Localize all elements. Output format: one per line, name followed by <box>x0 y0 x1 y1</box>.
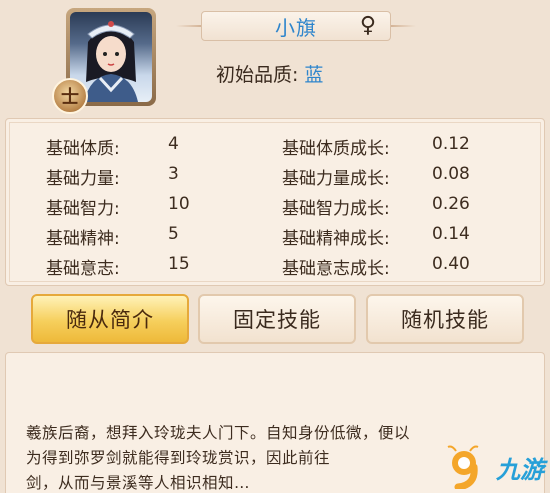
stat-row-intelligence: 基础智力: 10 基础智力成长: 0.26 <box>6 191 544 219</box>
watermark: 九游 <box>438 445 544 489</box>
stat-label: 基础力量: <box>46 169 120 189</box>
watermark-text: 九游 <box>496 455 544 484</box>
growth-label: 基础体质成长: <box>282 139 390 159</box>
growth-label: 基础智力成长: <box>282 199 390 219</box>
growth-label: 基础意志成长: <box>282 259 390 279</box>
stat-value: 5 <box>168 224 179 244</box>
stats-panel: 基础体质: 4 基础体质成长: 0.12 基础力量: 3 基础力量成长: 0.0… <box>5 118 545 286</box>
quality-label: 初始品质: <box>216 64 299 86</box>
female-icon: ♀ <box>359 13 376 38</box>
stat-value: 4 <box>168 134 179 154</box>
growth-value: 0.12 <box>432 134 470 154</box>
quality-value: 蓝 <box>304 64 324 86</box>
stat-label: 基础精神: <box>46 229 120 249</box>
growth-label: 基础力量成长: <box>282 169 390 189</box>
name-banner: 小旗 ♀ <box>176 8 416 44</box>
stat-label: 基础智力: <box>46 199 120 219</box>
stat-row-spirit: 基础精神: 5 基础精神成长: 0.14 <box>6 221 544 249</box>
growth-value: 0.14 <box>432 224 470 244</box>
description-line: 羲族后裔，想拜入玲珑夫人门下。自知身份低微，便以 <box>26 424 411 442</box>
growth-value: 0.26 <box>432 194 470 214</box>
stat-label: 基础体质: <box>46 139 120 159</box>
growth-value: 0.40 <box>432 254 470 274</box>
stat-value: 10 <box>168 194 190 214</box>
tab-companion-intro[interactable]: 随从简介 <box>31 294 189 344</box>
tab-random-skills[interactable]: 随机技能 <box>366 294 524 344</box>
stat-label: 基础意志: <box>46 259 120 279</box>
growth-label: 基础精神成长: <box>282 229 390 249</box>
tab-fixed-skills[interactable]: 固定技能 <box>198 294 356 344</box>
quality-line: 初始品质: 蓝 <box>216 60 323 87</box>
rank-badge: 士 <box>52 78 88 114</box>
stat-row-constitution: 基础体质: 4 基础体质成长: 0.12 <box>6 131 544 159</box>
stat-row-strength: 基础力量: 3 基础力量成长: 0.08 <box>6 161 544 189</box>
stat-value: 15 <box>168 254 190 274</box>
hero-name: 小旗 <box>275 15 317 40</box>
name-plate: 小旗 ♀ <box>201 11 391 41</box>
growth-value: 0.08 <box>432 164 470 184</box>
nine-game-logo-icon <box>447 445 479 489</box>
stat-row-will: 基础意志: 15 基础意志成长: 0.40 <box>6 251 544 279</box>
stat-value: 3 <box>168 164 179 184</box>
